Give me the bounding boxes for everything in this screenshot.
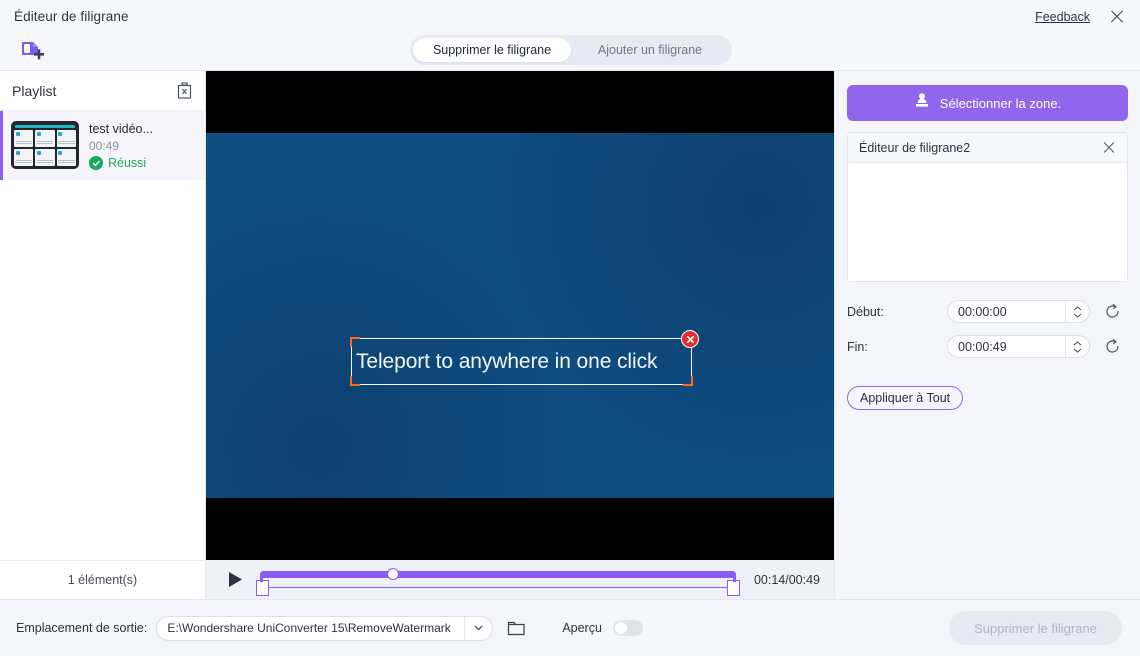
list-item-title: test vidéo...	[89, 122, 153, 136]
tab-remove-watermark[interactable]: Supprimer le filigrane	[413, 38, 571, 62]
resize-handle-top-left[interactable]	[350, 337, 360, 347]
mode-tabs: Supprimer le filigrane Ajouter un filigr…	[410, 35, 732, 65]
timeline[interactable]	[256, 563, 740, 597]
trim-handle-start[interactable]	[256, 574, 269, 596]
watermark-selection-box[interactable]: Teleport to anywhere in one click	[350, 330, 699, 386]
end-time-spin-arrows[interactable]	[1065, 336, 1089, 357]
feedback-link[interactable]: Feedback	[1035, 10, 1090, 24]
add-file-button[interactable]	[14, 37, 52, 67]
reset-icon[interactable]	[1102, 337, 1122, 357]
watermark-list-card: Éditeur de filigrane2	[847, 132, 1128, 282]
playlist-panel: Playlist test vidéo... 00:49 Réussi 1 él…	[0, 71, 206, 599]
preview-label: Aperçu	[562, 621, 602, 635]
playlist-footer: 1 élément(s)	[0, 560, 205, 599]
resize-handle-bottom-right[interactable]	[683, 376, 693, 386]
watermark-card-body	[848, 163, 1127, 281]
playlist-header: Playlist	[0, 71, 205, 111]
time-display: 00:14/00:49	[753, 572, 820, 587]
trim-range-line	[260, 586, 736, 588]
window-title: Éditeur de filigrane	[14, 9, 129, 24]
start-time-value[interactable]: 00:00:00	[948, 305, 1065, 319]
item-count-label: 1 élément(s)	[67, 573, 138, 587]
player-panel: Teleport to anywhere in one click 00:14/…	[206, 71, 834, 599]
list-item[interactable]: test vidéo... 00:49 Réussi	[0, 111, 205, 180]
list-item-duration: 00:49	[89, 139, 120, 153]
start-time-stepper[interactable]: 00:00:00	[947, 300, 1090, 323]
list-item-meta: test vidéo... 00:49 Réussi	[89, 121, 153, 170]
progress-knob[interactable]	[387, 568, 400, 580]
end-time-row: Fin: 00:00:49	[847, 335, 1128, 358]
output-path-value[interactable]: E:\Wondershare UniConverter 15\RemoveWat…	[157, 621, 464, 635]
end-time-label: Fin:	[847, 339, 868, 354]
apply-to-all-label: Appliquer à Tout	[860, 391, 951, 405]
close-icon[interactable]	[1100, 139, 1118, 157]
apply-to-all-button[interactable]: Appliquer à Tout	[847, 386, 964, 410]
tab-remove-watermark-label: Supprimer le filigrane	[432, 43, 552, 57]
status-label: Réussi	[108, 156, 147, 170]
select-zone-button[interactable]: Sélectionner la zone.	[847, 85, 1128, 121]
trash-icon-glyph	[177, 81, 192, 99]
resize-handle-bottom-left[interactable]	[350, 376, 360, 386]
remove-watermark-button[interactable]: Supprimer le filigrane	[949, 611, 1122, 645]
settings-panel: Sélectionner la zone. Éditeur de filigra…	[834, 71, 1140, 599]
tab-add-watermark-label: Ajouter un filigrane	[597, 43, 703, 57]
trash-icon[interactable]	[176, 81, 193, 100]
add-file-icon	[22, 41, 44, 59]
playlist-title: Playlist	[12, 82, 57, 99]
play-icon[interactable]	[224, 569, 246, 591]
video-stage[interactable]: Teleport to anywhere in one click	[206, 71, 834, 560]
stamp-icon	[914, 92, 930, 114]
start-time-label: Début:	[847, 304, 884, 319]
close-icon[interactable]	[1106, 6, 1128, 28]
remove-selection-icon[interactable]	[681, 330, 699, 348]
start-time-row: Début: 00:00:00	[847, 300, 1128, 323]
watermark-card-header: Éditeur de filigrane2	[848, 133, 1127, 163]
video-frame: Teleport to anywhere in one click	[206, 133, 834, 498]
preview-toggle[interactable]	[612, 620, 643, 636]
video-thumbnail	[11, 121, 79, 169]
reset-icon[interactable]	[1102, 302, 1122, 322]
end-time-value[interactable]: 00:00:49	[948, 340, 1065, 354]
watermark-editor-window: Éditeur de filigrane Feedback Supprimer …	[0, 0, 1140, 656]
check-circle-icon	[89, 156, 103, 170]
toolbar: Supprimer le filigrane Ajouter un filigr…	[0, 33, 1140, 70]
chevron-down-icon[interactable]	[464, 616, 492, 640]
output-path-select[interactable]: E:\Wondershare UniConverter 15\RemoveWat…	[156, 615, 494, 641]
remove-watermark-label: Supprimer le filigrane	[974, 620, 1097, 636]
folder-icon[interactable]	[507, 620, 526, 637]
playlist-items: test vidéo... 00:49 Réussi	[0, 111, 205, 560]
bottom-bar: Emplacement de sortie: E:\Wondershare Un…	[0, 599, 1140, 656]
player-controls: 00:14/00:49	[206, 560, 834, 599]
status-badge: Réussi	[89, 156, 153, 170]
watermark-text: Teleport to anywhere in one click	[356, 349, 658, 373]
output-location-label: Emplacement de sortie:	[16, 621, 148, 635]
end-time-stepper[interactable]: 00:00:49	[947, 335, 1090, 358]
progress-bar[interactable]	[260, 570, 736, 578]
watermark-card-title: Éditeur de filigrane2	[859, 140, 971, 155]
start-time-spin-arrows[interactable]	[1065, 301, 1089, 322]
title-bar: Éditeur de filigrane Feedback	[0, 0, 1140, 33]
tab-add-watermark[interactable]: Ajouter un filigrane	[571, 38, 729, 62]
trim-handle-end[interactable]	[726, 574, 740, 596]
title-bar-actions: Feedback	[1035, 6, 1128, 28]
select-zone-label: Sélectionner la zone.	[939, 95, 1062, 111]
main-content: Playlist test vidéo... 00:49 Réussi 1 él…	[0, 70, 1140, 599]
